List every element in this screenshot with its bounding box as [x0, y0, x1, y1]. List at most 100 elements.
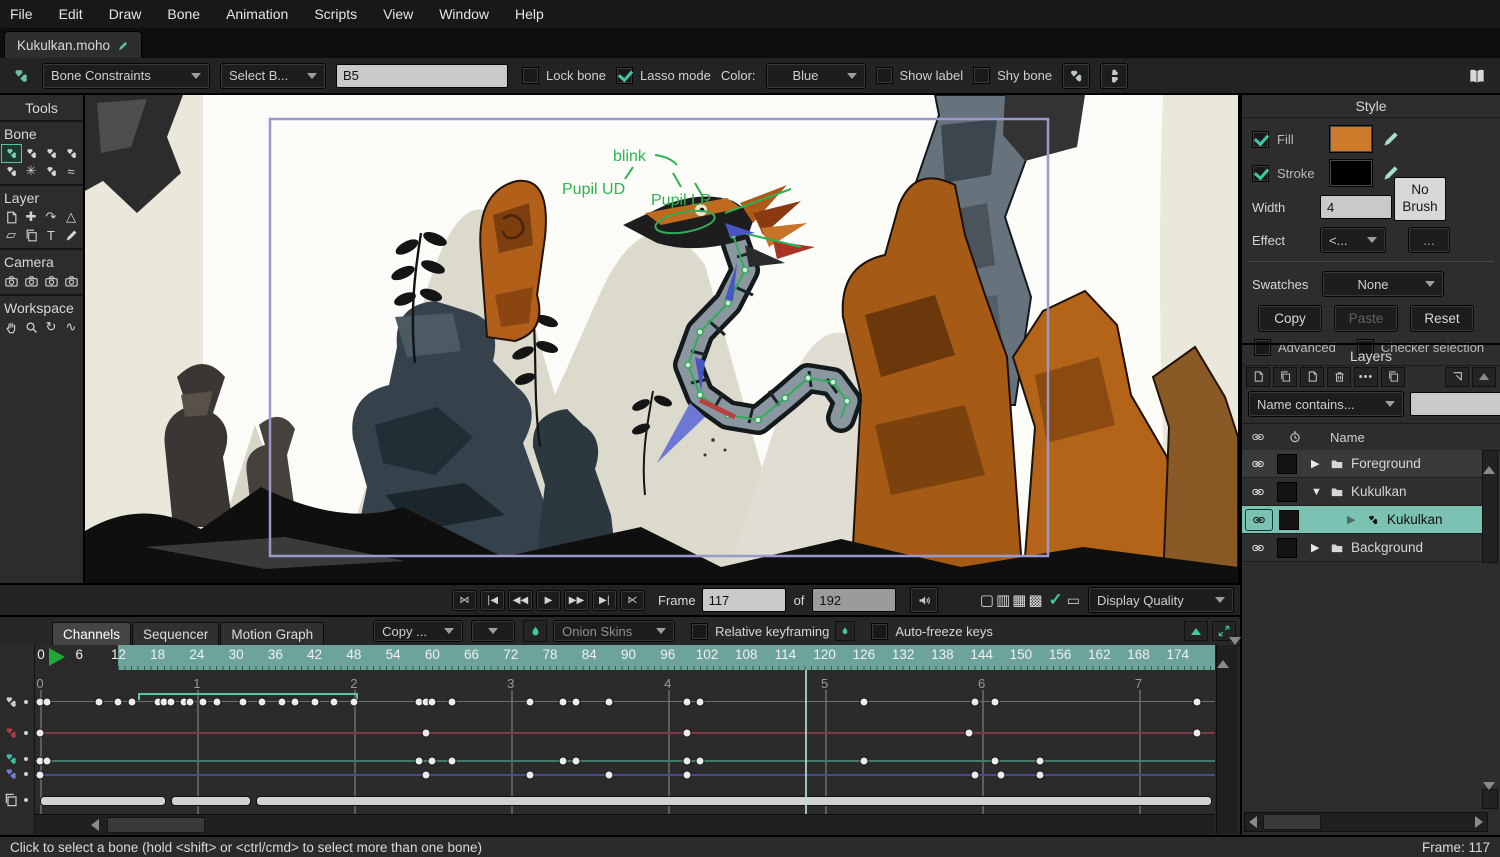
flexi-bind-tool[interactable]: ≈ — [62, 163, 81, 180]
detach-panel-button[interactable] — [1445, 367, 1469, 387]
keyframe[interactable] — [166, 698, 175, 707]
layers-horizontal-scrollbar[interactable] — [1244, 812, 1488, 832]
timeline-horizontal-scrollbar[interactable] — [35, 814, 1215, 835]
orbit-workspace-tool[interactable]: ∿ — [62, 319, 81, 336]
keyframe[interactable] — [1193, 698, 1202, 707]
library-book-icon[interactable] — [1464, 65, 1490, 87]
layer-visibility-toggle[interactable] — [1245, 482, 1271, 502]
keyframe[interactable] — [349, 698, 358, 707]
stroke-color-swatch[interactable] — [1329, 159, 1373, 187]
layer-comp-button[interactable] — [1381, 367, 1405, 387]
step-forward-button[interactable]: ▶▶ — [564, 590, 589, 611]
layer-color-swatch[interactable] — [1277, 538, 1297, 558]
mute-audio-button[interactable] — [910, 587, 938, 613]
keyframe[interactable] — [683, 771, 692, 780]
keyframe[interactable] — [199, 698, 208, 707]
layer-color-swatch[interactable] — [1277, 454, 1297, 474]
timeline-collapse-button[interactable] — [1184, 621, 1208, 641]
keyframe[interactable] — [683, 757, 692, 766]
show-label-checkbox[interactable] — [876, 67, 893, 84]
keyframe[interactable] — [114, 698, 123, 707]
bone-label-blink[interactable]: blink — [613, 148, 647, 165]
switch-layer-bar[interactable] — [171, 796, 251, 806]
keyframe[interactable] — [572, 698, 581, 707]
keyframe[interactable] — [447, 698, 456, 707]
menu-draw[interactable]: Draw — [109, 6, 142, 22]
merge-bone-button[interactable] — [1100, 63, 1128, 89]
document-tab[interactable]: Kukulkan.moho — [4, 31, 142, 59]
keyframe[interactable] — [604, 771, 613, 780]
layer-color-swatch[interactable] — [1279, 510, 1299, 530]
keyframe[interactable] — [258, 698, 267, 707]
layer-more-button[interactable]: ••• — [1354, 367, 1378, 387]
lock-bone-checkbox[interactable] — [522, 67, 539, 84]
timeline-vertical-scrollbar[interactable] — [1216, 645, 1237, 834]
select-bone-tool[interactable] — [2, 145, 21, 162]
switch-layer-bar[interactable] — [256, 796, 1213, 806]
menu-animation[interactable]: Animation — [226, 6, 288, 22]
transform-layer-tool[interactable] — [2, 209, 21, 226]
menu-scripts[interactable]: Scripts — [314, 6, 357, 22]
tool-group-dropdown[interactable]: Bone Constraints — [42, 63, 210, 89]
translate-bone-tool[interactable] — [22, 145, 41, 162]
keyframe-menu-dropdown[interactable] — [471, 620, 515, 642]
stroke-checkbox[interactable] — [1252, 165, 1269, 182]
menu-help[interactable]: Help — [515, 6, 544, 22]
scroll-right-arrow-icon[interactable] — [1475, 816, 1483, 828]
paste-style-button[interactable]: Paste — [1334, 305, 1398, 332]
keyframe[interactable] — [526, 771, 535, 780]
layer-row-kukulkan-bone[interactable]: ▶ Kukulkan — [1242, 506, 1488, 534]
copy-menu-dropdown[interactable]: Copy ... — [373, 620, 463, 642]
keyframe[interactable] — [696, 698, 705, 707]
keyframe[interactable] — [964, 729, 973, 738]
keyframe[interactable] — [42, 698, 51, 707]
keyframe[interactable] — [428, 698, 437, 707]
keyframe[interactable] — [186, 698, 195, 707]
roll-camera-tool[interactable] — [42, 273, 61, 290]
bone-strength-tool[interactable]: ✳ — [22, 163, 41, 180]
playback-start-marker[interactable] — [49, 648, 65, 666]
loop-playback-button[interactable]: ⋈ — [452, 590, 477, 611]
keyframe[interactable] — [421, 771, 430, 780]
layer-visibility-toggle[interactable] — [1245, 509, 1273, 531]
ping-pong-button[interactable]: ⋉ — [620, 590, 645, 611]
keyframe[interactable] — [36, 771, 45, 780]
onion-skin-toggle-button[interactable] — [523, 620, 547, 642]
keyframe[interactable] — [1036, 757, 1045, 766]
tab-motion-graph[interactable]: Motion Graph — [220, 622, 324, 645]
expand-arrow-icon[interactable]: ▶ — [1311, 457, 1323, 470]
relative-keyframing-checkbox[interactable] — [691, 623, 708, 640]
current-frame-line[interactable] — [805, 670, 807, 814]
keyframe[interactable] — [1036, 771, 1045, 780]
pan-workspace-tool[interactable] — [2, 319, 21, 336]
select-bone-dropdown[interactable]: Select B... — [220, 63, 326, 89]
keyframe[interactable] — [859, 757, 868, 766]
duplicate-layer-button[interactable] — [1273, 367, 1297, 387]
keyframe[interactable] — [572, 757, 581, 766]
scroll-left-arrow-icon[interactable] — [91, 819, 99, 831]
split-bone-button[interactable] — [1062, 63, 1090, 89]
keyframe[interactable] — [971, 698, 980, 707]
keyframe[interactable] — [42, 757, 51, 766]
layer-filter-input[interactable] — [1410, 392, 1500, 416]
keyframe[interactable] — [859, 698, 868, 707]
copy-style-button[interactable]: Copy — [1258, 305, 1322, 332]
layer-color-swatch[interactable] — [1277, 482, 1297, 502]
loop-region-icon[interactable]: ▭ — [1067, 592, 1080, 609]
layers-vertical-scrollbar[interactable] — [1482, 450, 1498, 563]
keyframe[interactable] — [683, 698, 692, 707]
set-origin-tool[interactable]: ✚ — [22, 209, 41, 226]
keyframe[interactable] — [238, 698, 247, 707]
fill-checkbox[interactable] — [1252, 131, 1269, 148]
reset-style-button[interactable]: Reset — [1410, 305, 1474, 332]
keyframe[interactable] — [604, 698, 613, 707]
timeline-ruler[interactable]: 0 61218243036424854606672788490961021081… — [35, 645, 1215, 671]
menu-edit[interactable]: Edit — [59, 6, 83, 22]
view-split3-icon[interactable]: ▦ — [1012, 591, 1026, 609]
keyframe[interactable] — [310, 698, 319, 707]
rotate-workspace-tool[interactable]: ↻ — [42, 319, 61, 336]
jump-start-button[interactable]: |◀ — [480, 590, 505, 611]
timeline-tracks[interactable]: 01234567 — [35, 670, 1215, 814]
keyframe[interactable] — [559, 698, 568, 707]
keyframe[interactable] — [526, 698, 535, 707]
